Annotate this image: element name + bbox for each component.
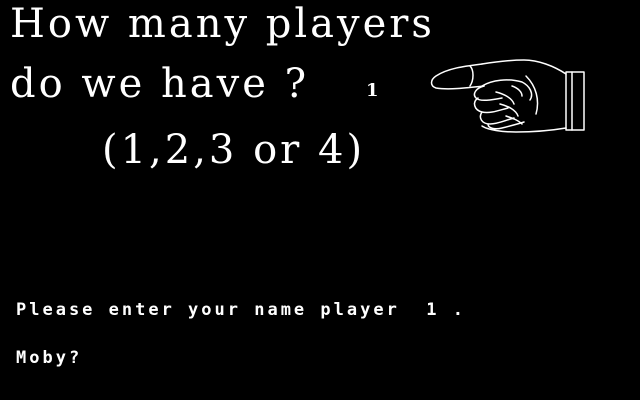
pointing-hand-icon [430,59,585,133]
player-name-input[interactable]: Moby? [16,348,82,368]
player-count-options: (1,2,3 or 4) [102,127,366,173]
question-line-2: do we have ? [10,61,310,107]
player-count-answer: 1 [366,80,379,101]
game-screen: How many players do we have ? 1 (1,2,3 o… [0,0,640,400]
name-entry-prompt: Please enter your name player 1 . [16,300,466,320]
question-line-1: How many players [10,1,435,47]
